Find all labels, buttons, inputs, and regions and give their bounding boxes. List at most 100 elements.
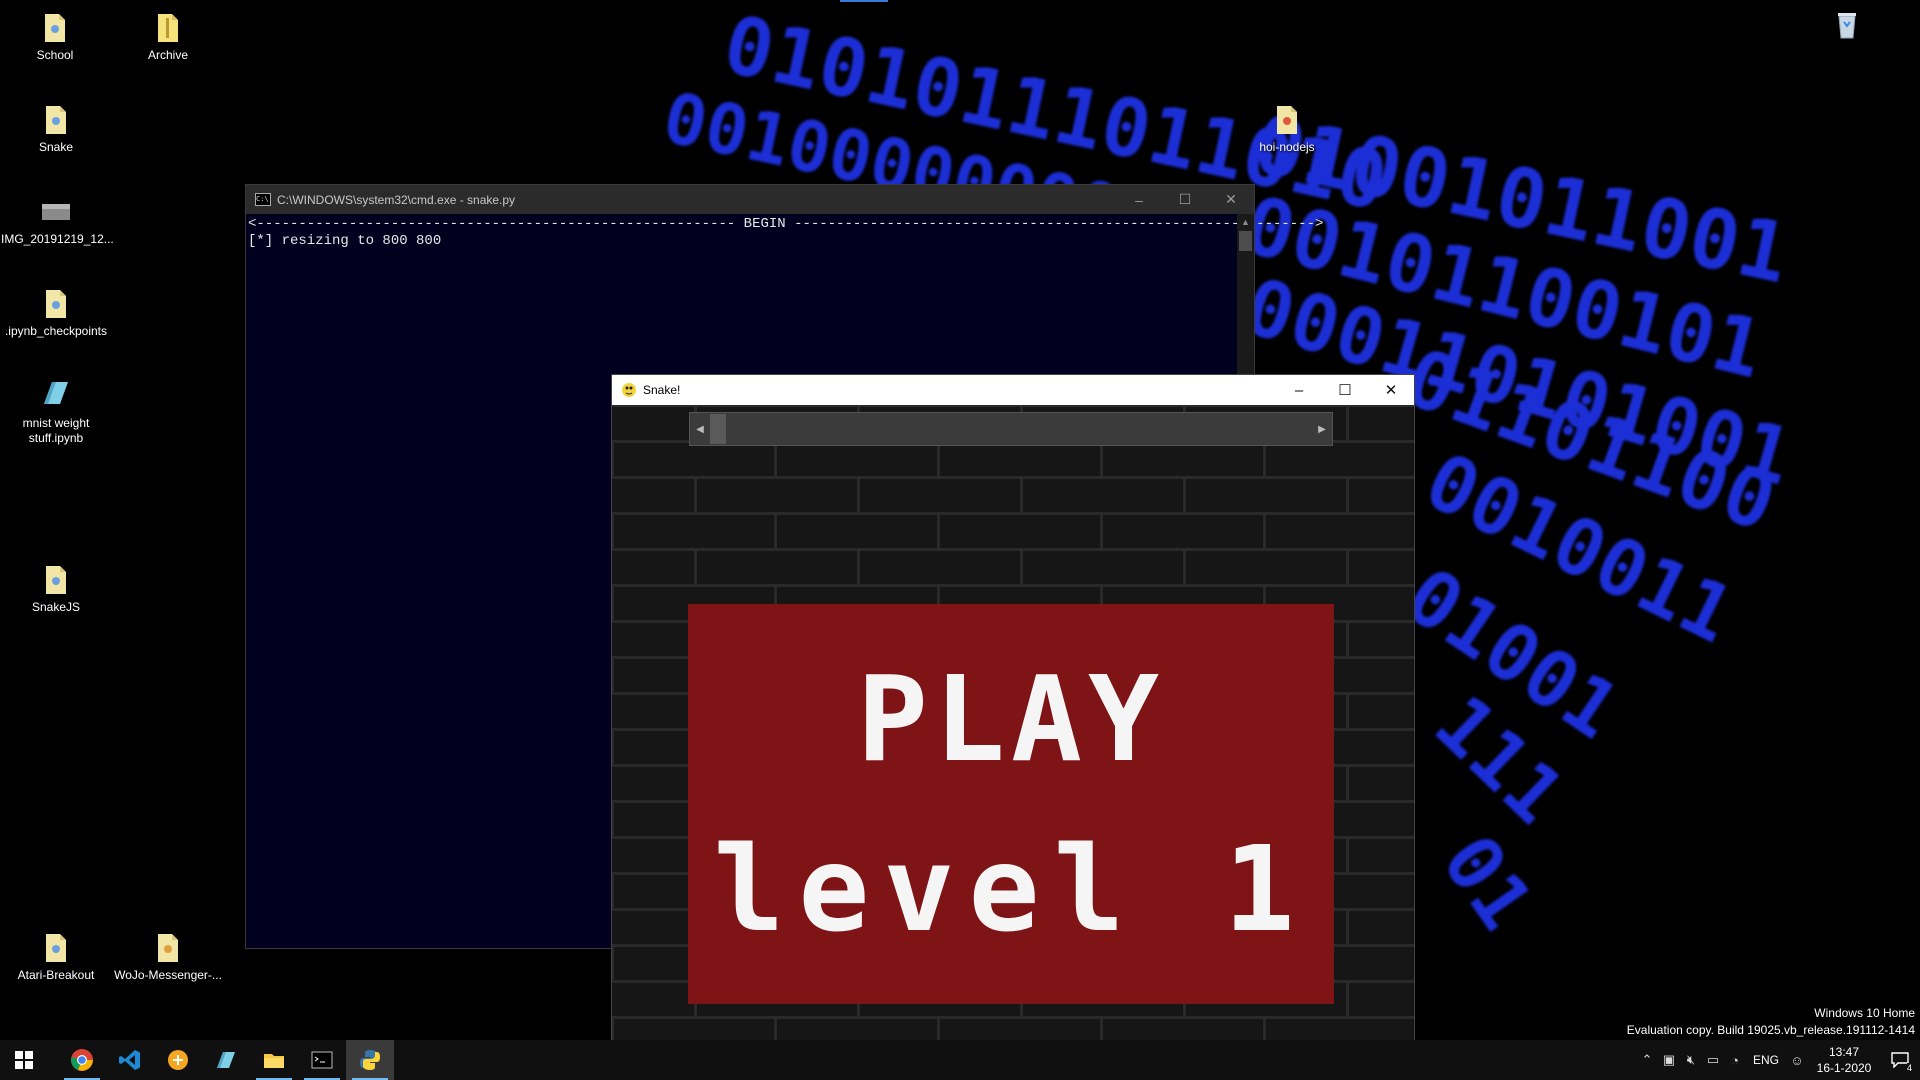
close-button[interactable]: ✕ bbox=[1208, 185, 1254, 214]
cmd-icon: C:\ bbox=[255, 193, 271, 206]
pygame-snake-icon bbox=[622, 383, 636, 397]
brick bbox=[1349, 695, 1414, 728]
brick bbox=[612, 407, 694, 440]
scroll-left-arrow-icon[interactable]: ◀ bbox=[690, 413, 710, 445]
folder-icon bbox=[46, 106, 66, 134]
desktop-icon-label: School bbox=[36, 48, 74, 62]
taskbar-python[interactable] bbox=[346, 1040, 394, 1080]
desktop-icon-hoi-nodejs[interactable]: hoi-nodejs bbox=[1232, 102, 1342, 155]
app-icon bbox=[168, 1050, 188, 1070]
desktop-icon-recycle-bin[interactable] bbox=[1792, 8, 1902, 46]
brick bbox=[614, 1019, 774, 1041]
wallpaper-binary-row: 01 bbox=[1425, 819, 1550, 945]
brick bbox=[860, 479, 1020, 512]
snake-game-window[interactable]: Snake! – ☐ ✕ ◀ ▶ PLAY level 1 bbox=[611, 374, 1415, 1042]
desktop-icon-mnist-notebook[interactable]: mnist weight stuff.ipynb bbox=[1, 378, 111, 446]
brick bbox=[612, 551, 694, 584]
battery-icon[interactable]: ▭ bbox=[1702, 1052, 1724, 1068]
desktop-icon-archive[interactable]: Archive bbox=[113, 10, 223, 63]
scroll-up-arrow-icon[interactable]: ▲ bbox=[1237, 214, 1254, 231]
start-button[interactable] bbox=[0, 1040, 48, 1080]
taskbar-chrome[interactable] bbox=[58, 1040, 106, 1080]
brick bbox=[1349, 551, 1414, 584]
minimize-button[interactable]: – bbox=[1116, 185, 1162, 214]
brick bbox=[940, 515, 1100, 548]
desktop-icon-label: Snake bbox=[38, 140, 74, 154]
taskbar-file-explorer[interactable] bbox=[250, 1040, 298, 1080]
brick bbox=[614, 443, 774, 476]
brick bbox=[777, 443, 937, 476]
desktop-icon-snakejs[interactable]: SnakeJS bbox=[1, 562, 111, 615]
scroll-thumb[interactable] bbox=[1239, 231, 1252, 251]
cmd-titlebar[interactable]: C:\ C:\WINDOWS\system32\cmd.exe - snake.… bbox=[246, 185, 1254, 214]
desktop-icon-label: Archive bbox=[147, 48, 188, 62]
brick bbox=[1266, 443, 1414, 476]
minimize-button[interactable]: – bbox=[1276, 376, 1322, 405]
scroll-right-arrow-icon[interactable]: ▶ bbox=[1312, 413, 1332, 445]
brick bbox=[612, 767, 694, 800]
folder-icon bbox=[158, 934, 178, 962]
desktop-icon-ipynb-checkpoints[interactable]: .ipynb_checkpoints bbox=[1, 286, 111, 339]
system-tray: ⌃ ▣ 🔇︎ ▭ ◔ ENG ☺ 13:47 16-1-2020 4 bbox=[1636, 1040, 1920, 1080]
brick bbox=[1349, 407, 1414, 440]
clock-time: 13:47 bbox=[1828, 1045, 1860, 1059]
input-language[interactable]: ENG bbox=[1746, 1053, 1786, 1067]
emoji-keyboard-icon[interactable]: ☺ bbox=[1786, 1053, 1808, 1068]
brick bbox=[777, 1019, 937, 1041]
scroll-thumb[interactable] bbox=[710, 414, 726, 444]
play-level-button[interactable]: PLAY level 1 bbox=[688, 604, 1334, 1004]
desktop-icon-label: WoJo-Messenger-... bbox=[114, 968, 222, 982]
taskbar-notebook[interactable] bbox=[202, 1040, 250, 1080]
wifi-icon[interactable]: ◔ bbox=[1724, 1053, 1746, 1068]
desktop-icon-label: mnist weight stuff.ipynb bbox=[22, 416, 90, 445]
desktop-icon-atari-breakout[interactable]: Atari-Breakout bbox=[1, 930, 111, 983]
brick bbox=[1103, 1019, 1263, 1041]
brick bbox=[697, 551, 857, 584]
desktop-icon-label: Atari-Breakout bbox=[17, 968, 95, 982]
brick bbox=[1349, 623, 1414, 656]
maximize-button[interactable]: ☐ bbox=[1162, 185, 1208, 214]
network-monitor-icon[interactable]: ▣ bbox=[1658, 1052, 1680, 1068]
action-center-button[interactable]: 4 bbox=[1880, 1040, 1920, 1080]
level-scrollbar[interactable]: ◀ ▶ bbox=[689, 412, 1333, 446]
recycle-bin-icon bbox=[1838, 13, 1856, 39]
folder-icon bbox=[158, 14, 178, 42]
brick bbox=[860, 551, 1020, 584]
brick bbox=[612, 479, 694, 512]
brick bbox=[940, 443, 1100, 476]
cmd-line-begin: <---------------------------------------… bbox=[248, 216, 1324, 232]
vscode-icon bbox=[119, 1050, 140, 1070]
taskbar: ⌃ ▣ 🔇︎ ▭ ◔ ENG ☺ 13:47 16-1-2020 4 bbox=[0, 1040, 1920, 1080]
desktop-icon-school[interactable]: School bbox=[0, 10, 110, 63]
brick bbox=[612, 911, 694, 944]
desktop-icon-img[interactable]: IMG_20191219_12... bbox=[1, 194, 114, 247]
chrome-icon bbox=[71, 1049, 93, 1071]
snake-titlebar[interactable]: Snake! – ☐ ✕ bbox=[612, 375, 1414, 405]
brick bbox=[1103, 443, 1263, 476]
desktop-icon-snake[interactable]: Snake bbox=[1, 102, 111, 155]
volume-muted-icon[interactable]: 🔇︎ bbox=[1680, 1052, 1702, 1068]
taskbar-vscode[interactable] bbox=[106, 1040, 154, 1080]
taskbar-app[interactable] bbox=[154, 1040, 202, 1080]
chevron-up-icon[interactable]: ⌃ bbox=[1636, 1052, 1658, 1068]
brick bbox=[1186, 479, 1346, 512]
desktop-icon-label: IMG_20191219_12... bbox=[1, 232, 114, 246]
desktop-icon-wojo-messenger[interactable]: WoJo-Messenger-... bbox=[113, 930, 223, 983]
brick bbox=[612, 983, 694, 1016]
desktop-icon-label: SnakeJS bbox=[31, 600, 81, 614]
clock[interactable]: 13:47 16-1-2020 bbox=[1808, 1044, 1880, 1076]
image-thumbnail-icon bbox=[42, 204, 70, 220]
taskbar-terminal[interactable] bbox=[298, 1040, 346, 1080]
brick bbox=[612, 839, 694, 872]
brick bbox=[697, 479, 857, 512]
brick bbox=[1349, 911, 1414, 944]
desktop-icon-label: .ipynb_checkpoints bbox=[4, 324, 108, 338]
watermark-build: Evaluation copy. Build 19025.vb_release.… bbox=[1626, 1023, 1915, 1037]
maximize-button[interactable]: ☐ bbox=[1322, 376, 1368, 405]
brick bbox=[612, 695, 694, 728]
folder-icon bbox=[1277, 106, 1297, 134]
close-button[interactable]: ✕ bbox=[1368, 376, 1414, 405]
brick bbox=[1349, 479, 1414, 512]
brick bbox=[940, 1019, 1100, 1041]
brick bbox=[1023, 479, 1183, 512]
